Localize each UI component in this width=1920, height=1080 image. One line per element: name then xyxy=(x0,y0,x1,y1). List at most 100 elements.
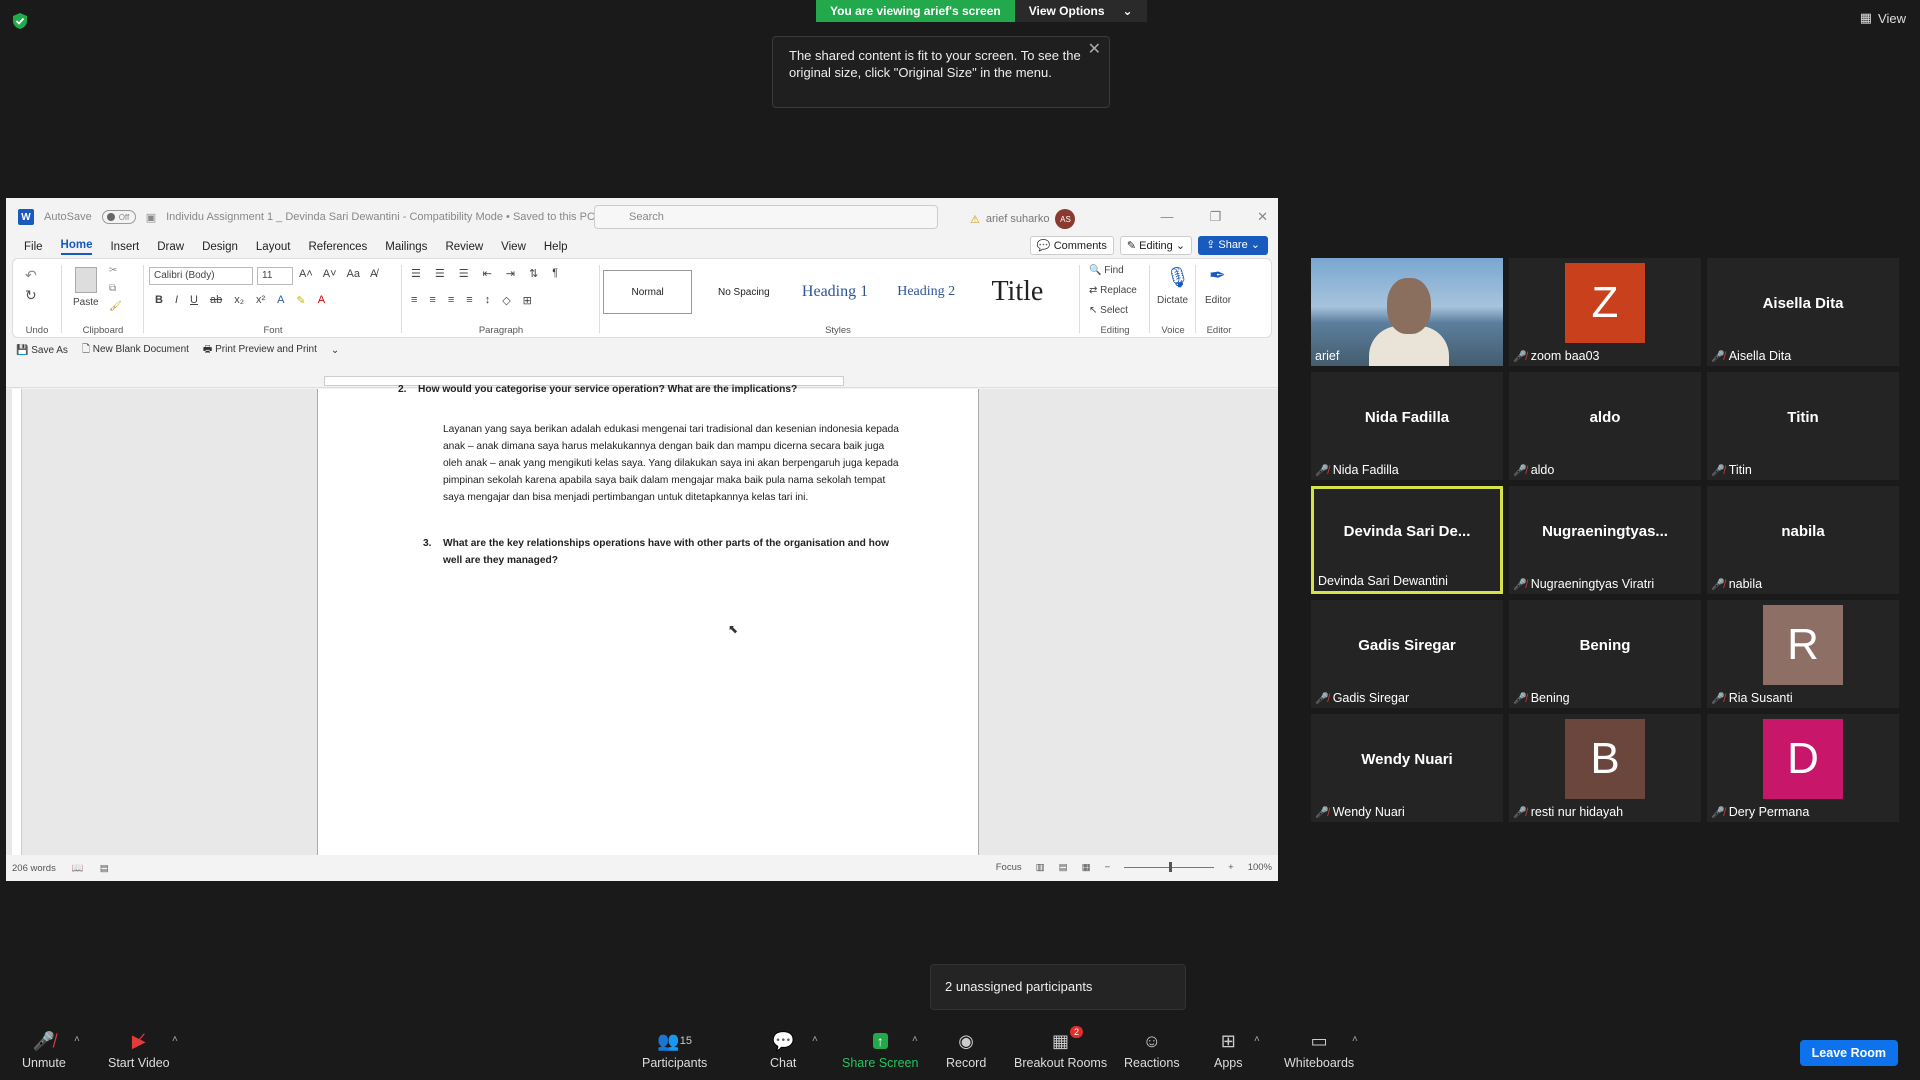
font-name-select[interactable]: Calibri (Body) xyxy=(149,267,253,285)
participant-tile[interactable]: Devinda Sari De... Devinda Sari Dewantini xyxy=(1311,486,1503,594)
participant-tile[interactable]: Nugraeningtyas... 🎤̸ Nugraeningtyas Viratr… xyxy=(1509,486,1701,594)
align-center-icon[interactable]: ≡ xyxy=(429,294,435,307)
share-button[interactable]: ⇪ Share ⌄ xyxy=(1198,236,1268,255)
save-icon[interactable]: ▣ xyxy=(146,211,156,224)
tab-layout[interactable]: Layout xyxy=(256,241,291,253)
view-options-button[interactable]: View Options ⌄ xyxy=(1014,0,1147,22)
participant-tile[interactable]: Nida Fadilla 🎤̸ Nida Fadilla xyxy=(1311,372,1503,480)
increase-indent-icon[interactable]: ⇥ xyxy=(506,267,515,280)
accessibility-icon[interactable]: ▤ xyxy=(100,863,109,874)
tab-insert[interactable]: Insert xyxy=(110,241,139,253)
participant-tile[interactable]: arief xyxy=(1311,258,1503,366)
unassigned-participants-notice[interactable]: 2 unassigned participants xyxy=(930,964,1186,1010)
microphone-icon[interactable]: 🎙 xyxy=(1165,265,1190,290)
decrease-indent-icon[interactable]: ⇤ xyxy=(483,267,492,280)
participant-tile[interactable]: B 🎤̸ resti nur hidayah xyxy=(1509,714,1701,822)
tab-draw[interactable]: Draw xyxy=(157,241,184,253)
numbering-icon[interactable]: ☰ xyxy=(435,267,445,280)
vertical-ruler[interactable] xyxy=(12,389,22,855)
save-as-button[interactable]: 💾 Save As xyxy=(16,345,68,356)
participant-tile[interactable]: D 🎤̸ Dery Permana xyxy=(1707,714,1899,822)
chat-options-caret[interactable]: ˄ xyxy=(812,1034,818,1045)
account-area[interactable]: ⚠ arief suharko AS xyxy=(970,209,1076,229)
minimize-icon[interactable]: — xyxy=(1160,209,1173,225)
record-button[interactable]: ◉ Record xyxy=(946,1030,986,1071)
participant-tile[interactable]: nabila 🎤̸ nabila xyxy=(1707,486,1899,594)
view-button[interactable]: ▦ View xyxy=(1860,10,1906,26)
font-size-select[interactable]: 11 xyxy=(257,267,293,285)
tab-references[interactable]: References xyxy=(308,241,367,253)
grow-font-icon[interactable]: A˄ xyxy=(299,268,313,280)
format-painter-icon[interactable]: 🖌 xyxy=(109,301,122,312)
apps-button[interactable]: ⊞ Apps xyxy=(1214,1030,1243,1071)
paste-button[interactable]: Paste xyxy=(73,297,99,308)
editor-button[interactable]: Editor xyxy=(1205,295,1231,306)
leave-room-button[interactable]: Leave Room xyxy=(1799,1040,1898,1066)
proofing-icon[interactable]: 📖 xyxy=(72,863,84,874)
word-search-box[interactable]: Search xyxy=(594,205,938,229)
align-right-icon[interactable]: ≡ xyxy=(448,294,454,307)
participant-tile[interactable]: Titin 🎤̸ Titin xyxy=(1707,372,1899,480)
tab-file[interactable]: File xyxy=(24,241,43,253)
close-icon[interactable]: ✕ xyxy=(1088,41,1101,58)
document-title[interactable]: Individu Assignment 1 _ Devinda Sari Dew… xyxy=(166,211,595,223)
italic-icon[interactable]: I xyxy=(175,294,178,307)
undo-icon[interactable]: ↶ xyxy=(25,267,37,284)
dictate-button[interactable]: Dictate xyxy=(1157,295,1188,306)
new-blank-button[interactable]: 🗋 New Blank Document xyxy=(82,342,189,359)
restore-icon[interactable]: ❐ xyxy=(1209,209,1221,225)
word-count[interactable]: 206 words xyxy=(12,863,56,874)
zoom-slider[interactable] xyxy=(1124,862,1215,872)
participant-tile[interactable]: aldo 🎤̸ aldo xyxy=(1509,372,1701,480)
line-spacing-icon[interactable]: ↕ xyxy=(485,294,491,307)
avatar[interactable]: AS xyxy=(1055,209,1076,229)
participant-tile[interactable]: Gadis Siregar 🎤̸ Gadis Siregar xyxy=(1311,600,1503,708)
participant-tile[interactable]: R 🎤̸ Ria Susanti xyxy=(1707,600,1899,708)
borders-icon[interactable]: ⊞ xyxy=(523,294,532,307)
tab-help[interactable]: Help xyxy=(544,241,568,253)
align-left-icon[interactable]: ≡ xyxy=(411,294,417,307)
multilevel-icon[interactable]: ☰ xyxy=(459,267,469,280)
paste-icon[interactable] xyxy=(75,267,97,293)
superscript-icon[interactable]: x² xyxy=(256,294,265,307)
web-layout-icon[interactable]: ▦ xyxy=(1082,862,1091,873)
share-options-caret[interactable]: ˄ xyxy=(912,1034,918,1045)
read-mode-icon[interactable]: ▥ xyxy=(1036,862,1045,873)
audio-options-caret[interactable]: ˄ xyxy=(74,1034,80,1045)
subscript-icon[interactable]: x₂ xyxy=(234,294,244,307)
print-preview-button[interactable]: 🖶 Print Preview and Print xyxy=(203,342,317,359)
breakout-rooms-button[interactable]: ▦ 2 Breakout Rooms xyxy=(1014,1026,1107,1070)
close-window-icon[interactable]: ✕ xyxy=(1257,209,1268,225)
font-color-icon[interactable]: A xyxy=(318,294,325,307)
change-case-icon[interactable]: Aa xyxy=(347,268,360,280)
participants-button[interactable]: 👥 15 Participants xyxy=(642,1030,707,1071)
whiteboards-button[interactable]: ▭ Whiteboards xyxy=(1284,1030,1354,1071)
sort-icon[interactable]: ⇅ xyxy=(529,267,538,280)
cut-icon[interactable]: ✂ xyxy=(109,265,117,276)
select-button[interactable]: ↖ Select xyxy=(1089,305,1128,316)
replace-button[interactable]: ⇄ Replace xyxy=(1089,285,1137,296)
underline-icon[interactable]: U xyxy=(190,294,198,307)
tab-design[interactable]: Design xyxy=(202,241,238,253)
start-video-button[interactable]: ▶̸ Start Video xyxy=(108,1030,170,1071)
tab-review[interactable]: Review xyxy=(445,241,483,253)
strikethrough-icon[interactable]: ab xyxy=(210,294,222,307)
participant-tile[interactable]: Z 🎤̸ zoom baa03 xyxy=(1509,258,1701,366)
customize-qat-icon[interactable]: ⌄ xyxy=(331,345,339,356)
document-page[interactable]: 2. How would you categorise your service … xyxy=(317,384,979,855)
bold-icon[interactable]: B xyxy=(155,294,163,307)
print-layout-icon[interactable]: ▤ xyxy=(1059,862,1068,873)
zoom-out-icon[interactable]: − xyxy=(1105,862,1111,873)
participant-tile[interactable]: Aisella Dita 🎤̸ Aisella Dita xyxy=(1707,258,1899,366)
chat-button[interactable]: 💬 Chat xyxy=(770,1030,796,1071)
tab-home[interactable]: Home xyxy=(60,239,93,255)
redo-icon[interactable]: ↻ xyxy=(25,287,37,304)
justify-icon[interactable]: ≡ xyxy=(466,294,472,307)
find-button[interactable]: 🔍 Find xyxy=(1089,265,1124,276)
comments-button[interactable]: 💬 Comments xyxy=(1029,236,1114,255)
zoom-level[interactable]: 100% xyxy=(1248,862,1272,873)
participant-tile[interactable]: Wendy Nuari 🎤̸ Wendy Nuari xyxy=(1311,714,1503,822)
editing-mode-button[interactable]: ✎ Editing ⌄ xyxy=(1119,236,1193,255)
pilcrow-icon[interactable]: ¶ xyxy=(552,267,558,280)
bullets-icon[interactable]: ☰ xyxy=(411,267,421,280)
